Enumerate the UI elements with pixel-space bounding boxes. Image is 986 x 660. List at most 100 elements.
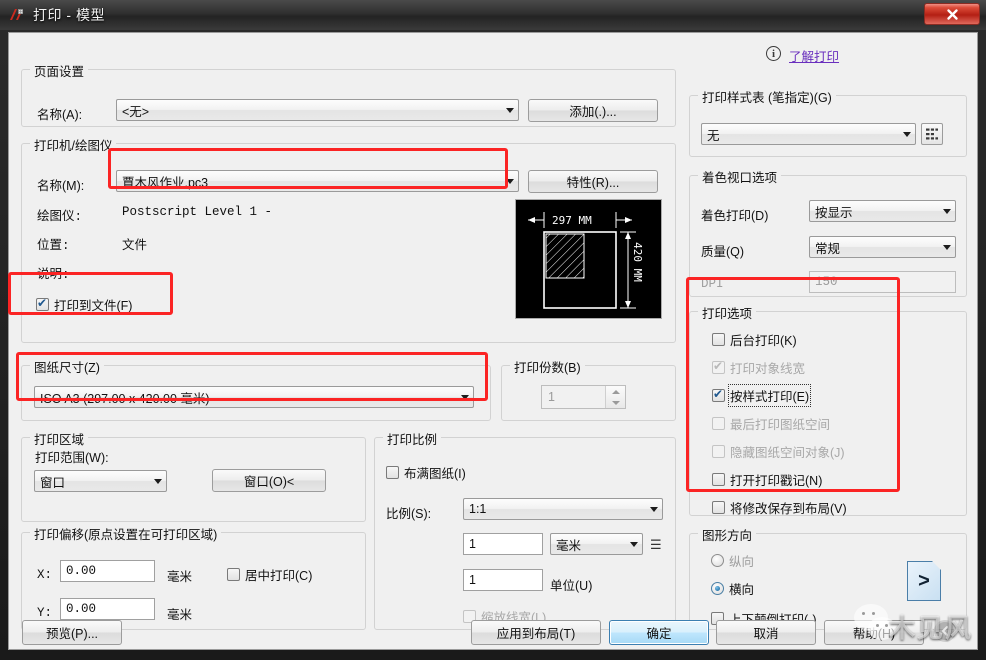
offset-y-unit: 毫米	[167, 608, 193, 622]
info-icon: i	[766, 46, 781, 61]
spinner-down-icon[interactable]	[606, 397, 625, 408]
offset-x-input[interactable]: 0.00	[60, 560, 155, 582]
chevron-down-icon	[501, 171, 518, 191]
scale-combo[interactable]: 1:1	[463, 498, 663, 520]
copies-value: 1	[548, 390, 555, 404]
plot-style-combo[interactable]: 无	[701, 123, 916, 145]
scale-unit-value: 毫米	[556, 538, 582, 553]
offset-x-label: X:	[37, 568, 53, 582]
orientation-portrait-radio[interactable]: 纵向	[711, 551, 754, 570]
wechat-dot	[872, 612, 875, 615]
ok-button[interactable]: 确定	[609, 620, 709, 645]
shade-plot-combo[interactable]: 按显示	[809, 200, 956, 222]
offset-y-input[interactable]: 0.00	[60, 598, 155, 620]
chevron-down-icon	[149, 471, 166, 491]
checkbox-box	[712, 473, 725, 486]
page-setup-name-label: 名称(A):	[37, 108, 83, 122]
plotter-label: 绘图仪:	[37, 210, 83, 224]
plot-options-legend: 打印选项	[698, 303, 757, 322]
plot-option-save-to-layout[interactable]: 将修改保存到布局(V)	[712, 498, 847, 517]
plot-area-legend: 打印区域	[30, 429, 89, 448]
title-bar: 打印 - 模型	[0, 0, 986, 30]
copies-spinner[interactable]: 1	[541, 385, 626, 409]
checkbox-box	[712, 359, 725, 374]
plot-to-file-checkbox[interactable]: 打印到文件(F)	[36, 295, 132, 314]
plot-style-edit-button[interactable]	[921, 123, 943, 145]
plot-option-object-lineweights: 打印对象线宽	[712, 358, 805, 377]
plot-option-label: 打印对象线宽	[730, 362, 806, 376]
page-setup-name-combo[interactable]: <无>	[116, 99, 519, 121]
dpi-input: 150	[809, 271, 956, 293]
svg-text:297 MM: 297 MM	[552, 214, 592, 227]
chevron-down-icon	[645, 499, 662, 519]
location-value: 文件	[122, 239, 148, 253]
plot-option-background[interactable]: 后台打印(K)	[712, 330, 797, 349]
checkbox-box	[227, 568, 240, 581]
dialog-client-area: i 了解打印 页面设置 名称(A): <无> 添加(.)... 打印机/绘图仪 …	[8, 32, 978, 650]
wechat-dot	[876, 624, 879, 627]
plot-option-label: 将修改保存到布局(V)	[730, 502, 847, 516]
svg-text:420 MM: 420 MM	[631, 242, 644, 282]
window-pick-button[interactable]: 窗口(O)<	[212, 469, 326, 492]
center-plot-checkbox[interactable]: 居中打印(C)	[227, 565, 312, 584]
orientation-legend: 图形方向	[698, 525, 757, 544]
offset-y-label: Y:	[37, 606, 53, 620]
printer-name-label: 名称(M):	[37, 179, 85, 193]
quality-label: 质量(Q)	[701, 245, 745, 259]
landscape-page-icon: >	[907, 561, 941, 601]
chevron-down-icon	[938, 201, 955, 221]
fit-to-paper-checkbox[interactable]: 布满图纸(I)	[386, 463, 466, 482]
copies-legend: 打印份数(B)	[510, 357, 585, 376]
plot-dialog-window: 打印 - 模型 i 了解打印 页面设置 名称(A): <无> 添加(.)... …	[0, 0, 986, 660]
radio-dot	[711, 582, 724, 595]
wechat-dot	[885, 624, 888, 627]
preview-button[interactable]: 预览(P)...	[22, 620, 122, 645]
close-button[interactable]	[924, 3, 980, 25]
scale-numerator-input[interactable]: 1	[463, 533, 543, 555]
paper-size-combo[interactable]: ISO A3 (297.00 x 420.00 毫米)	[34, 386, 474, 408]
printer-name-combo[interactable]: 賈木风作业.pc3	[116, 170, 519, 192]
plot-style-value: 无	[707, 128, 720, 143]
plot-to-file-label: 打印到文件(F)	[54, 299, 133, 313]
location-label: 位置:	[37, 239, 70, 253]
expand-collapse-button[interactable]	[934, 620, 956, 642]
scale-denominator-input[interactable]: 1	[463, 569, 543, 591]
quality-combo[interactable]: 常规	[809, 236, 956, 258]
cancel-button[interactable]: 取消	[716, 620, 816, 645]
description-label: 说明:	[37, 268, 70, 282]
plot-what-combo[interactable]: 窗口	[34, 470, 167, 492]
plot-option-paperspace-last: 最后打印图纸空间	[712, 414, 830, 433]
spinner-buttons[interactable]	[605, 386, 625, 408]
page-setup-legend: 页面设置	[30, 61, 89, 80]
shade-plot-label: 着色打印(D)	[701, 209, 769, 223]
apply-to-layout-button[interactable]: 应用到布局(T)	[471, 620, 601, 645]
orientation-landscape-radio[interactable]: 横向	[711, 579, 754, 598]
scale-value: 1:1	[469, 502, 487, 516]
plot-option-plot-stamp[interactable]: 打开打印戳记(N)	[712, 470, 822, 489]
learn-plot-link[interactable]: 了解打印	[789, 46, 839, 65]
shaded-viewport-legend: 着色视口选项	[698, 167, 782, 186]
chevron-down-icon	[938, 237, 955, 257]
expand-collapse-icon	[942, 626, 948, 636]
plot-option-plot-with-styles[interactable]: 按样式打印(E)	[712, 384, 812, 407]
close-icon	[946, 8, 958, 20]
printer-properties-button[interactable]: 特性(R)...	[528, 170, 658, 193]
scale-unit-combo[interactable]: 毫米	[550, 533, 643, 555]
chevron-down-icon	[456, 387, 473, 407]
help-button[interactable]: 帮助(H)	[824, 620, 924, 645]
plot-scale-legend: 打印比例	[383, 429, 442, 448]
scale-label: 比例(S):	[386, 507, 432, 521]
hamburger-icon[interactable]: ☰	[650, 537, 662, 553]
spinner-up-icon[interactable]	[606, 386, 625, 397]
plot-style-legend: 打印样式表 (笔指定)(G)	[698, 87, 836, 106]
add-page-setup-button[interactable]: 添加(.)...	[528, 99, 658, 122]
checkbox-box	[712, 445, 725, 458]
plot-what-value: 窗口	[40, 475, 66, 490]
checkbox-box	[712, 333, 725, 346]
plot-option-label: 打开打印戳记(N)	[730, 474, 823, 488]
chevron-down-icon	[898, 124, 915, 144]
dpi-label: DPI	[701, 277, 724, 291]
wechat-dot	[862, 612, 865, 615]
center-plot-label: 居中打印(C)	[245, 569, 313, 583]
paper-size-legend: 图纸尺寸(Z)	[30, 357, 104, 376]
